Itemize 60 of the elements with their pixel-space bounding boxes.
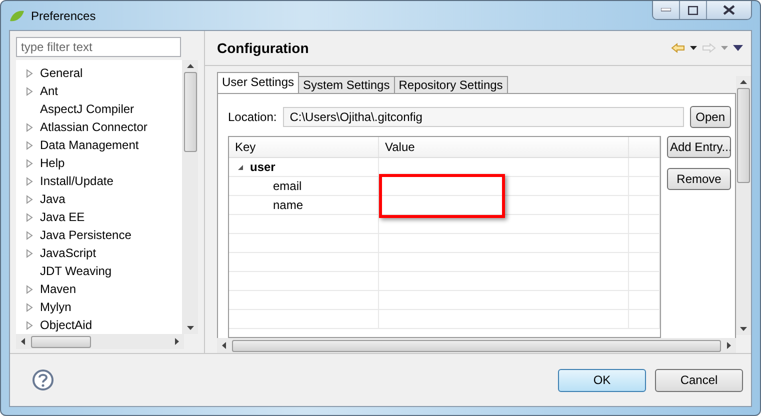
- tree-item[interactable]: General: [40, 66, 83, 80]
- tree-item[interactable]: Java EE: [40, 210, 85, 224]
- cancel-button[interactable]: Cancel: [655, 368, 743, 392]
- tab[interactable]: System Settings: [299, 76, 395, 93]
- scroll-thumb[interactable]: [184, 72, 196, 152]
- tree-item[interactable]: Ant: [40, 84, 58, 98]
- open-button[interactable]: Open: [690, 106, 731, 128]
- tree-item[interactable]: Atlassian Connector: [40, 120, 148, 134]
- tree-item[interactable]: Data Management: [40, 138, 139, 152]
- expand-arrow-icon[interactable]: [237, 164, 244, 170]
- scroll-up-icon[interactable]: [740, 80, 747, 84]
- help-icon[interactable]: [32, 369, 54, 391]
- table-cell[interactable]: user: [250, 160, 276, 174]
- tree-item[interactable]: Install/Update: [40, 174, 114, 188]
- horizontal-scrollbar[interactable]: [217, 338, 736, 353]
- scroll-left-icon[interactable]: [21, 338, 25, 345]
- location-field[interactable]: C:\Users\Ojitha\.gitconfig: [282, 107, 684, 127]
- tree-item[interactable]: Mylyn: [40, 300, 72, 314]
- location-label: Location:: [228, 110, 277, 124]
- scroll-thumb[interactable]: [737, 88, 750, 183]
- tree-item[interactable]: JavaScript: [40, 246, 96, 260]
- scroll-up-icon[interactable]: [186, 64, 194, 68]
- scroll-left-icon[interactable]: [222, 342, 226, 349]
- maximize-button[interactable]: [679, 1, 706, 19]
- scroll-thumb[interactable]: [232, 340, 721, 352]
- ok-button[interactable]: OK: [558, 368, 646, 392]
- vertical-scrollbar[interactable]: [182, 60, 198, 334]
- remove-button[interactable]: Remove: [667, 168, 731, 190]
- tree-item[interactable]: Java: [40, 192, 66, 206]
- filter-field[interactable]: type filter text: [16, 37, 181, 57]
- window-title: Preferences: [31, 8, 96, 22]
- back-arrow-icon[interactable]: [671, 43, 685, 53]
- tree-item[interactable]: Help: [40, 156, 65, 170]
- tab[interactable]: Repository Settings: [394, 76, 508, 93]
- minimize-icon: [661, 8, 671, 12]
- vertical-scrollbar[interactable]: [736, 76, 751, 335]
- tab[interactable]: User Settings: [217, 72, 300, 93]
- tree-item[interactable]: Maven: [40, 282, 76, 296]
- tree-item[interactable]: ObjectAid: [40, 318, 92, 332]
- tree-item[interactable]: AspectJ Compiler: [40, 102, 134, 116]
- scroll-right-icon[interactable]: [727, 342, 731, 349]
- tree-item[interactable]: Java Persistence: [40, 228, 132, 242]
- horizontal-scrollbar[interactable]: [16, 334, 184, 349]
- scroll-down-icon[interactable]: [740, 327, 747, 331]
- scroll-right-icon[interactable]: [175, 338, 179, 345]
- maximize-icon: [688, 6, 698, 14]
- page-title: Configuration: [217, 40, 309, 56]
- table-cell[interactable]: name: [273, 198, 304, 212]
- close-icon: [723, 5, 735, 15]
- table-cell[interactable]: email: [273, 179, 302, 193]
- dropdown-icon[interactable]: [690, 46, 697, 50]
- forward-arrow-icon[interactable]: [702, 43, 716, 53]
- scroll-down-icon[interactable]: [186, 326, 194, 330]
- scroll-thumb[interactable]: [31, 336, 91, 348]
- tree-item[interactable]: JDT Weaving: [40, 264, 112, 278]
- view-menu-icon[interactable]: [733, 45, 743, 51]
- column-header[interactable]: Key: [229, 137, 379, 157]
- column-header[interactable]: Value: [379, 137, 629, 157]
- leaf-icon: [9, 10, 25, 22]
- close-button[interactable]: [706, 1, 751, 19]
